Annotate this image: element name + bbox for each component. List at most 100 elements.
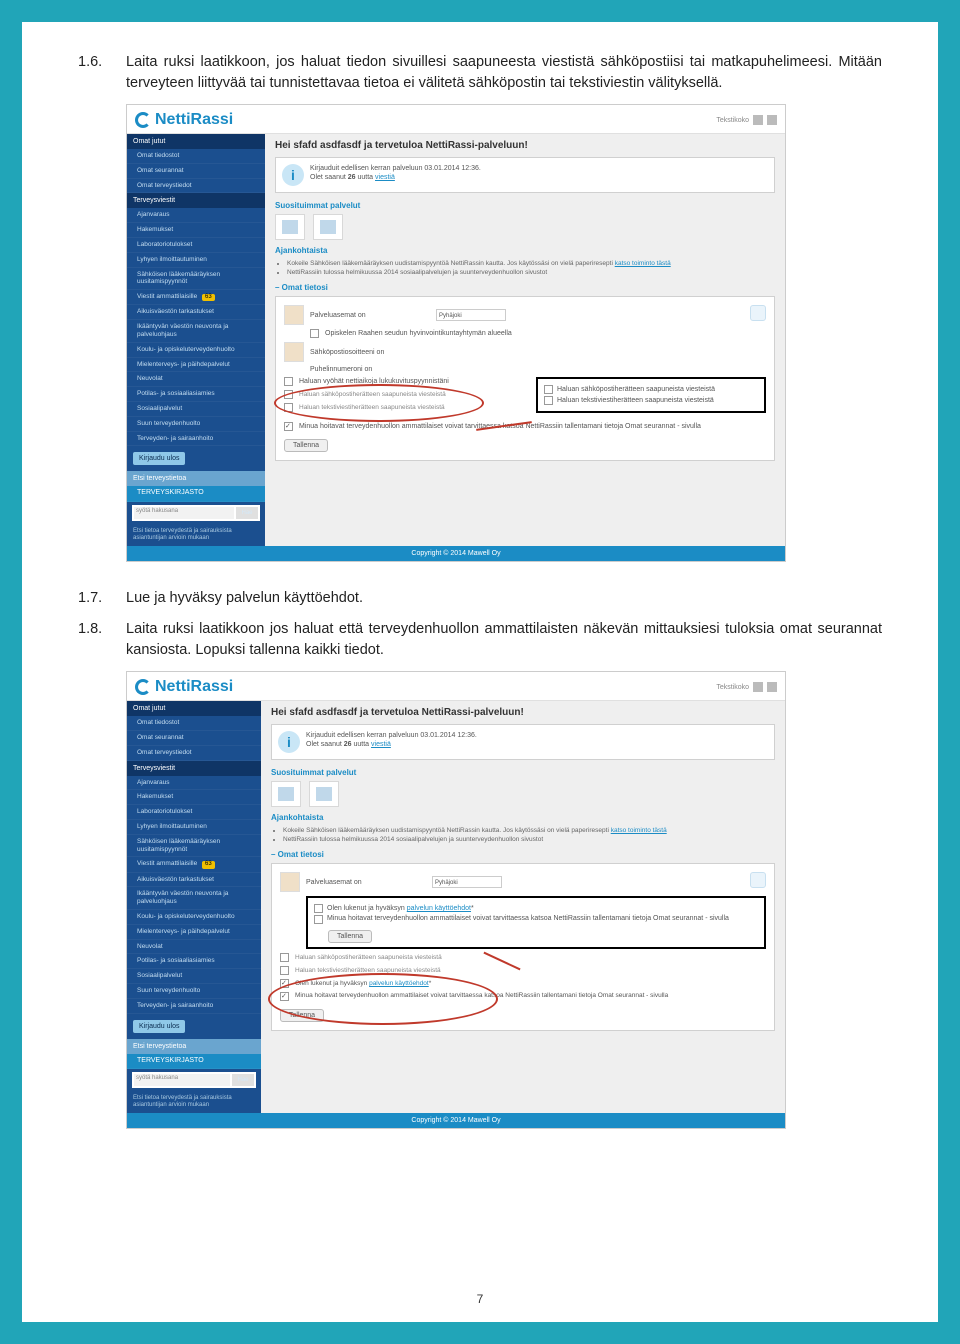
badge-count: 63 — [202, 861, 215, 868]
sidebar-item[interactable]: Koulu- ja opiskeluterveydenhuolto — [127, 910, 261, 925]
news-list: Kokeile Sähköisen lääkemääräyksen uudist… — [275, 259, 775, 277]
service-icon[interactable] — [313, 214, 343, 240]
service-icon[interactable] — [275, 214, 305, 240]
info-text: Kirjauduit edellisen kerran palveluun 03… — [310, 164, 481, 182]
sidebar-item[interactable]: Hakemukset — [127, 790, 261, 805]
sidebar-item[interactable]: Omat seurannat — [127, 164, 265, 179]
sidebar-item[interactable]: Potilas- ja sosiaaliasiamies — [127, 954, 261, 969]
label-asuinalue: Opiskelen Raahen seudun hyvinvointikunta… — [325, 330, 512, 337]
info-text: Kirjauduit edellisen kerran palveluun 03… — [306, 731, 477, 749]
viestia-link[interactable]: viestiä — [371, 741, 391, 748]
search-button[interactable]: Hae — [236, 507, 258, 519]
sidebar-item[interactable]: Suun terveydenhuolto — [127, 984, 261, 999]
news-link[interactable]: katso toiminto tästä — [611, 827, 667, 834]
sidebar-item[interactable]: Suun terveydenhuolto — [127, 417, 265, 432]
para-number: 1.8. — [78, 619, 118, 640]
palveluasema-select[interactable]: Pyhäjoki — [436, 309, 506, 321]
checkbox-asuinalue[interactable] — [310, 329, 319, 338]
section-ajankohtaista: Ajankohtaista — [275, 246, 775, 255]
sidebar-item[interactable]: Laboratoriotulokset — [127, 238, 265, 253]
viestia-link[interactable]: viestiä — [375, 174, 395, 181]
sidebar-item-viestit[interactable]: Viestit ammattilaisille 63 — [127, 290, 265, 305]
service-icon[interactable] — [271, 781, 301, 807]
logo-text: NettiRassi — [155, 678, 233, 696]
sidebar-item[interactable]: Ajanvaraus — [127, 776, 261, 791]
sidebar-group-terveysviestit[interactable]: Terveysviestit — [127, 193, 265, 208]
sidebar-item[interactable]: Lyhyen ilmoittautuminen — [127, 253, 265, 268]
sidebar-item[interactable]: Hakemukset — [127, 223, 265, 238]
sidebar-item[interactable]: Omat tiedostot — [127, 716, 261, 731]
terms-link-2[interactable]: palvelun käyttöehdot — [369, 980, 429, 987]
avatar-icon — [284, 342, 304, 362]
textsize-small-icon[interactable] — [753, 115, 763, 125]
checkbox-sms-alert[interactable] — [544, 396, 553, 405]
label-palveluasema: Palveluasemat on — [306, 879, 426, 886]
checkbox-red-sms[interactable] — [284, 403, 293, 412]
sidebar-item[interactable]: Neuvolat — [127, 372, 265, 387]
sidebar-item[interactable]: Terveyden- ja sairaanhoito — [127, 999, 261, 1014]
sidebar-item[interactable]: Ikääntyvän väestön neuvonta ja palveluoh… — [127, 887, 261, 910]
sidebar-footnote: Etsi tietoa terveydestä ja sairauksista … — [127, 524, 265, 546]
info-lastlogin: Kirjauduit edellisen kerran palveluun 03… — [306, 731, 477, 740]
terms-link[interactable]: palvelun käyttöehdot — [407, 905, 471, 912]
logout-button[interactable]: Kirjaudu ulos — [133, 1020, 185, 1033]
refresh-icon[interactable] — [750, 872, 766, 888]
tallenna-button-2[interactable]: Tallenna — [280, 1009, 324, 1022]
checkbox-email-alert[interactable] — [544, 385, 553, 394]
checkbox-red-email[interactable] — [284, 390, 293, 399]
sidebar-item[interactable]: Ikääntyvän väestön neuvonta ja palveluoh… — [127, 320, 265, 343]
sidebar-item[interactable]: Mielenterveys- ja päihdepalvelut — [127, 358, 265, 373]
app-header: NettiRassi Tekstikoko — [127, 672, 785, 701]
service-icon[interactable] — [309, 781, 339, 807]
checkbox-yhteys[interactable] — [284, 377, 293, 386]
sidebar-item[interactable]: Sosiaalipalvelut — [127, 402, 265, 417]
textsize-small-icon[interactable] — [753, 682, 763, 692]
news-item: NettiRassiin tulossa helmikuussa 2014 so… — [283, 835, 775, 844]
sidebar-item[interactable]: Omat terveystiedot — [127, 746, 261, 761]
sidebar-item[interactable]: Mielenterveys- ja päihdepalvelut — [127, 925, 261, 940]
news-link[interactable]: katso toiminto tästä — [615, 260, 671, 267]
sidebar-item[interactable]: Aikuisväestön tarkastukset — [127, 305, 265, 320]
sidebar-item[interactable]: Omat terveystiedot — [127, 179, 265, 194]
sidebar-item[interactable]: Neuvolat — [127, 940, 261, 955]
tallenna-button[interactable]: Tallenna — [328, 930, 372, 943]
sidebar-item[interactable]: Laboratoriotulokset — [127, 805, 261, 820]
news-item: NettiRassiin tulossa helmikuussa 2014 so… — [287, 268, 775, 277]
paragraph-1-8: 1.8. Laita ruksi laatikkoon jos haluat e… — [78, 619, 882, 661]
search-input[interactable]: syötä hakusana — [134, 1074, 230, 1086]
checkbox-sms-alert-2[interactable] — [280, 966, 289, 975]
refresh-icon[interactable] — [750, 305, 766, 321]
sidebar-item[interactable]: Terveyden- ja sairaanhoito — [127, 432, 265, 447]
checkbox-consent-pro[interactable] — [314, 915, 323, 924]
sidebar-item[interactable]: Koulu- ja opiskeluterveydenhuolto — [127, 343, 265, 358]
checkbox-accept-terms-2[interactable] — [280, 979, 289, 988]
sidebar-group-omat-jutut[interactable]: Omat jutut — [127, 701, 261, 716]
checkbox-consent[interactable] — [284, 422, 293, 431]
sidebar-item[interactable]: Omat seurannat — [127, 731, 261, 746]
sidebar-item[interactable]: Potilas- ja sosiaaliasiamies — [127, 387, 265, 402]
sidebar-item[interactable]: Sähköisen lääkemääräyksen uusitamispyynn… — [127, 835, 261, 858]
palveluasema-select[interactable]: Pyhäjoki — [432, 876, 502, 888]
tallenna-button[interactable]: Tallenna — [284, 439, 328, 452]
header-textsize: Tekstikoko — [716, 682, 777, 692]
sidebar-group-terveysviestit[interactable]: Terveysviestit — [127, 761, 261, 776]
checkbox-consent-2[interactable] — [280, 992, 289, 1001]
search-input[interactable]: syötä hakusana — [134, 507, 234, 519]
logout-button[interactable]: Kirjaudu ulos — [133, 452, 185, 465]
terveyskirjasto-search: syötä hakusana Hae — [132, 505, 260, 521]
search-button[interactable]: Hae — [232, 1074, 254, 1086]
sidebar-group-omat-jutut[interactable]: Omat jutut — [127, 134, 265, 149]
sidebar-item[interactable]: Omat tiedostot — [127, 149, 265, 164]
checkbox-email-alert-2[interactable] — [280, 953, 289, 962]
sidebar-item[interactable]: Aikuisväestön tarkastukset — [127, 873, 261, 888]
badge-count: 63 — [202, 294, 215, 301]
textsize-large-icon[interactable] — [767, 682, 777, 692]
textsize-large-icon[interactable] — [767, 115, 777, 125]
sidebar-item-viestit[interactable]: Viestit ammattilaisille 63 — [127, 857, 261, 872]
sidebar-item[interactable]: Lyhyen ilmoittautuminen — [127, 820, 261, 835]
checkbox-accept-terms[interactable] — [314, 904, 323, 913]
para-text: Lue ja hyväksy palvelun käyttöehdot. — [126, 590, 363, 606]
sidebar-item[interactable]: Sähköisen lääkemääräyksen uusitamispyynn… — [127, 268, 265, 291]
sidebar-item[interactable]: Sosiaalipalvelut — [127, 969, 261, 984]
sidebar-item[interactable]: Ajanvaraus — [127, 208, 265, 223]
